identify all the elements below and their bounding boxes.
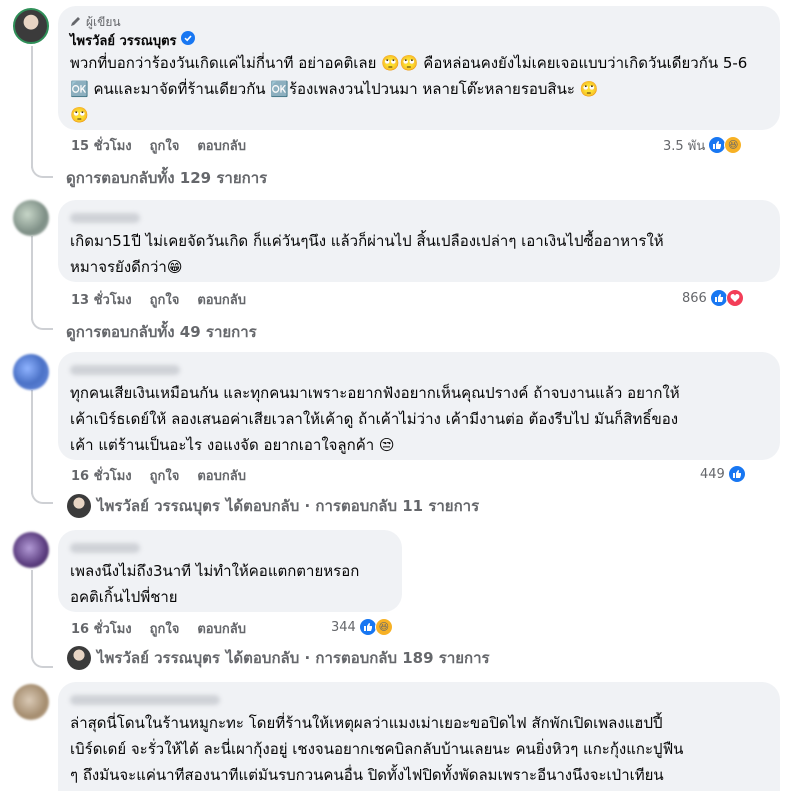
verified-badge-icon — [180, 31, 195, 49]
comment-text: เกิดมา51ปี ไม่เคยจัดวันเกิด ก็แค่วันๆนึง… — [70, 232, 664, 276]
author-badge: ผู้เขียน — [70, 14, 768, 30]
love-reaction-icon — [725, 289, 744, 307]
comment-text: พวกที่บอกว่าร้องวันเกิดแค่ไม่กี่นาที อย่… — [70, 54, 748, 124]
thread-connector — [31, 652, 53, 668]
commenter-name[interactable]: ไพรวัลย์ วรรณบุตร — [70, 30, 768, 50]
thread-line — [31, 46, 33, 168]
reply-author-avatar — [67, 646, 91, 670]
commenter-name-text[interactable]: ไพรวัลย์ วรรณบุตร — [70, 30, 177, 51]
commenter-name-blurred[interactable] — [70, 365, 180, 375]
reply-author-name: ไพรวัลย์ วรรณบุตร — [97, 649, 220, 667]
reply-summary-text: ได้ตอบกลับ · การตอบกลับ 189 รายการ — [225, 649, 490, 667]
like-button[interactable]: ถูกใจ — [150, 289, 180, 310]
comment-time[interactable]: 13 ชั่วโมง — [71, 289, 132, 310]
reply-summary-text: ได้ตอบกลับ · การตอบกลับ 11 รายการ — [225, 497, 480, 515]
comment-bubble: เกิดมา51ปี ไม่เคยจัดวันเกิด ก็แค่วันๆนึง… — [58, 200, 780, 282]
thread-connector — [31, 314, 53, 330]
like-button[interactable]: ถูกใจ — [150, 135, 180, 156]
like-button[interactable]: ถูกใจ — [150, 618, 180, 639]
reply-button[interactable]: ตอบกลับ — [197, 618, 246, 639]
comment-bubble: ล่าสุดนี่โดนในร้านหมูกะทะ โดยที่ร้านให้เ… — [58, 682, 780, 791]
reaction-count: 344 — [331, 619, 356, 635]
commenter-name-blurred[interactable] — [70, 213, 140, 223]
reply-summary-link[interactable]: ไพรวัลย์ วรรณบุตร ได้ตอบกลับ · การตอบกลั… — [67, 646, 490, 670]
comment-time[interactable]: 15 ชั่วโมง — [71, 135, 132, 156]
comment-text: เพลงนึงไม่ถึง3นาที ไม่ทำให้คอแตกตายหรอก … — [70, 562, 360, 606]
comment-text: ทุกคนเสียเงินเหมือนกัน และทุกคนมาเพราะอย… — [70, 384, 680, 454]
reaction-count: 3.5 พัน — [663, 138, 706, 154]
reaction-summary[interactable]: 866 — [682, 287, 744, 309]
reaction-summary[interactable]: 3.5 พัน 😆 — [663, 134, 743, 156]
comment-bubble: ทุกคนเสียเงินเหมือนกัน และทุกคนมาเพราะอย… — [58, 352, 780, 460]
reaction-count: 866 — [682, 290, 707, 306]
avatar[interactable] — [13, 354, 49, 390]
thread-line — [31, 570, 33, 658]
reply-summary-link[interactable]: ไพรวัลย์ วรรณบุตร ได้ตอบกลับ · การตอบกลั… — [67, 494, 479, 518]
comment-text: ล่าสุดนี่โดนในร้านหมูกะทะ โดยที่ร้านให้เ… — [70, 714, 684, 784]
comment-actions: 16 ชั่วโมง ถูกใจ ตอบกลับ — [71, 466, 246, 484]
comment-actions: 16 ชั่วโมง ถูกใจ ตอบกลับ — [71, 619, 246, 637]
reaction-summary[interactable]: 449 — [700, 463, 746, 485]
comment-actions: 15 ชั่วโมง ถูกใจ ตอบกลับ — [71, 136, 246, 154]
view-replies-link[interactable]: ดูการตอบกลับทั้ง 129 รายการ — [66, 168, 267, 188]
comment-actions: 13 ชั่วโมง ถูกใจ ตอบกลับ — [71, 290, 246, 308]
reaction-summary[interactable]: 344 😆 — [331, 616, 393, 638]
haha-reaction-icon: 😆 — [724, 136, 743, 154]
avatar[interactable] — [13, 8, 49, 44]
pencil-icon — [70, 15, 82, 30]
like-reaction-icon — [727, 465, 746, 483]
avatar[interactable] — [13, 200, 49, 236]
comment-bubble: เพลงนึงไม่ถึง3นาที ไม่ทำให้คอแตกตายหรอก … — [58, 530, 402, 612]
like-button[interactable]: ถูกใจ — [150, 465, 180, 486]
thread-line — [31, 390, 33, 494]
avatar[interactable] — [13, 532, 49, 568]
reaction-count: 449 — [700, 466, 725, 482]
commenter-name-blurred[interactable] — [70, 543, 140, 553]
thread-connector — [31, 162, 53, 178]
view-replies-link[interactable]: ดูการตอบกลับทั้ง 49 รายการ — [66, 322, 257, 342]
reply-author-avatar — [67, 494, 91, 518]
commenter-name-blurred[interactable] — [70, 695, 220, 705]
reply-author-name: ไพรวัลย์ วรรณบุตร — [97, 497, 220, 515]
reply-button[interactable]: ตอบกลับ — [197, 135, 246, 156]
comment-time[interactable]: 16 ชั่วโมง — [71, 618, 132, 639]
thread-line — [31, 236, 33, 320]
comment-time[interactable]: 16 ชั่วโมง — [71, 465, 132, 486]
haha-reaction-icon: 😆 — [374, 618, 393, 636]
comment-bubble: ผู้เขียน ไพรวัลย์ วรรณบุตร พวกที่บอกว่าร… — [58, 6, 780, 130]
reply-button[interactable]: ตอบกลับ — [197, 465, 246, 486]
thread-connector — [31, 488, 53, 504]
reply-button[interactable]: ตอบกลับ — [197, 289, 246, 310]
avatar[interactable] — [13, 684, 49, 720]
